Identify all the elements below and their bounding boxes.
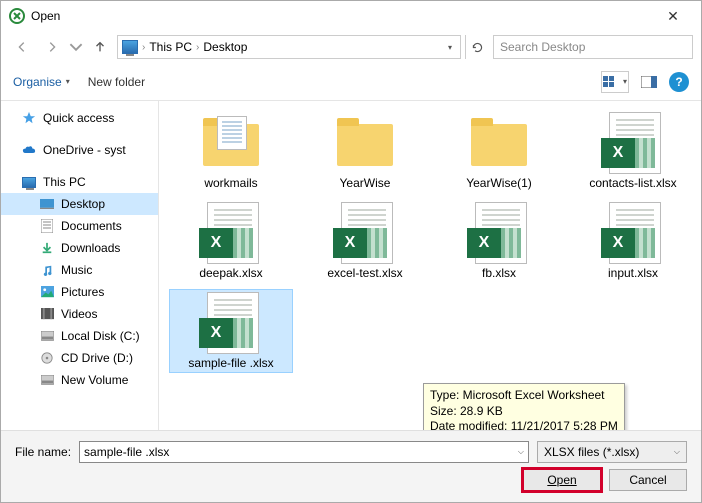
file-item-selected[interactable]: sample-file .xlsx [169,289,293,373]
file-item[interactable]: deepak.xlsx [169,199,293,283]
pc-icon [122,40,138,54]
crumb-thispc[interactable]: This PC [149,40,192,54]
excel-icon [199,228,233,258]
chevron-down-icon: ▾ [623,77,627,86]
folder-item[interactable]: YearWise(1) [437,109,561,193]
dialog-footer: File name: sample-file .xlsx ⌵ XLSX file… [1,430,701,502]
pc-icon [21,175,37,189]
chevron-right-icon: › [196,42,199,53]
file-item[interactable]: contacts-list.xlsx [571,109,695,193]
excel-icon [333,228,367,258]
videos-icon [39,307,55,321]
sidebar-item-downloads[interactable]: Downloads [1,237,158,259]
app-icon [9,8,25,24]
sidebar-item-onedrive[interactable]: OneDrive - syst [1,139,158,161]
excel-icon [467,228,501,258]
forward-button[interactable] [39,35,65,59]
file-tooltip: Type: Microsoft Excel Worksheet Size: 28… [423,383,625,430]
sidebar-item-videos[interactable]: Videos [1,303,158,325]
filename-input[interactable]: sample-file .xlsx ⌵ [79,441,529,463]
search-placeholder: Search Desktop [500,40,585,54]
filetype-filter[interactable]: XLSX files (*.xlsx) ⌵ [537,441,687,463]
help-button[interactable]: ? [669,72,689,92]
desktop-icon [39,197,55,211]
recent-dropdown[interactable] [69,35,83,59]
file-item[interactable]: fb.xlsx [437,199,561,283]
excel-icon [601,228,635,258]
chevron-down-icon[interactable]: ⌵ [518,447,524,457]
crumb-desktop[interactable]: Desktop [203,40,247,54]
star-icon [21,111,37,125]
music-icon [39,263,55,277]
sidebar-item-thispc[interactable]: This PC [1,171,158,193]
pictures-icon [39,285,55,299]
cancel-button[interactable]: Cancel [609,469,687,491]
file-item[interactable]: input.xlsx [571,199,695,283]
downloads-icon [39,241,55,255]
navigation-pane: Quick access OneDrive - syst This PC Des… [1,101,159,430]
up-button[interactable] [87,35,113,59]
sidebar-item-cddrive[interactable]: CD Drive (D:) [1,347,158,369]
file-item[interactable]: excel-test.xlsx [303,199,427,283]
sidebar-item-pictures[interactable]: Pictures [1,281,158,303]
sidebar-item-newvolume[interactable]: New Volume [1,369,158,391]
file-list[interactable]: workmails YearWise YearWise(1) contacts-… [159,101,701,430]
folder-item[interactable]: workmails [169,109,293,193]
sidebar-item-music[interactable]: Music [1,259,158,281]
close-button[interactable]: ✕ [653,8,693,25]
back-button[interactable] [9,35,35,59]
open-button[interactable]: Open [523,469,601,491]
sidebar-item-localdisk[interactable]: Local Disk (C:) [1,325,158,347]
excel-icon [199,318,233,348]
sidebar-item-documents[interactable]: Documents [1,215,158,237]
filename-label: File name: [15,445,71,459]
cloud-icon [21,143,37,157]
refresh-button[interactable] [465,35,489,59]
organise-menu[interactable]: Organise ▾ [13,75,70,89]
nav-bar: › This PC › Desktop ▾ Search Desktop [1,31,701,63]
address-dropdown[interactable]: ▾ [448,43,456,52]
drive-icon [39,329,55,343]
folder-item[interactable]: YearWise [303,109,427,193]
address-bar[interactable]: › This PC › Desktop ▾ [117,35,461,59]
sidebar-item-desktop[interactable]: Desktop [1,193,158,215]
view-button[interactable]: ▾ [601,71,629,93]
preview-pane-button[interactable] [635,71,663,93]
excel-icon [601,138,635,168]
documents-icon [39,219,55,233]
toolbar: Organise ▾ New folder ▾ ? [1,63,701,101]
search-input[interactable]: Search Desktop [493,35,693,59]
window-title: Open [31,9,653,23]
chevron-down-icon: ▾ [66,77,70,86]
chevron-down-icon: ⌵ [674,447,680,457]
disc-icon [39,351,55,365]
titlebar: Open ✕ [1,1,701,31]
sidebar-item-quick-access[interactable]: Quick access [1,107,158,129]
drive-icon [39,373,55,387]
new-folder-button[interactable]: New folder [88,75,145,89]
chevron-right-icon: › [142,42,145,53]
